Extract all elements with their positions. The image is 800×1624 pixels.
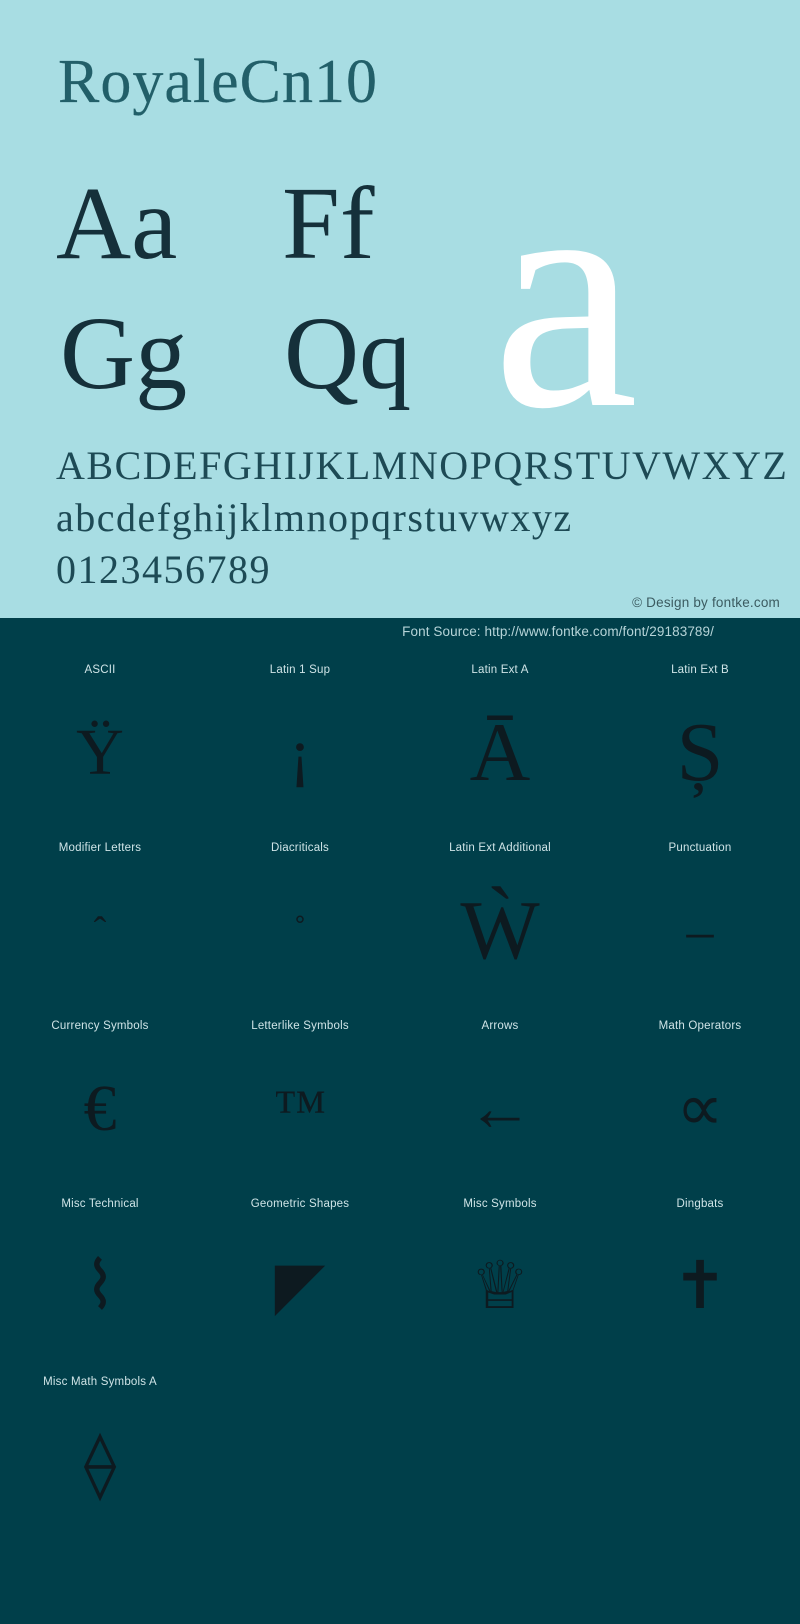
block-label: Dingbats <box>676 1198 724 1210</box>
block-cell-misc-technical[interactable]: Misc Technical ⌇ <box>0 1188 200 1366</box>
block-label: Latin Ext Additional <box>449 842 551 854</box>
block-row: Currency Symbols € Letterlike Symbols ™ … <box>0 1010 800 1188</box>
block-label: Geometric Shapes <box>250 1198 350 1210</box>
block-cell-ascii[interactable]: ASCII Ÿ <box>0 654 200 832</box>
block-glyph: ™ <box>273 1079 327 1139</box>
block-label: Letterlike Symbols <box>251 1020 349 1032</box>
sample-pair-ff: Ff <box>282 166 375 281</box>
block-label: Misc Symbols <box>463 1198 537 1210</box>
block-cell-misc-symbols[interactable]: Misc Symbols ♕ <box>400 1188 600 1366</box>
block-glyph: ♕ <box>470 1250 530 1323</box>
block-cell-latin-ext-b[interactable]: Latin Ext B Ș <box>600 654 800 832</box>
block-glyph: ⌇ <box>83 1250 117 1323</box>
block-cell-latin-ext-a[interactable]: Latin Ext A Ā <box>400 654 600 832</box>
block-glyph: ˆ <box>93 910 107 952</box>
block-label: Misc Math Symbols A <box>43 1376 157 1388</box>
block-label: Latin Ext A <box>471 664 529 676</box>
block-glyph: ✝ <box>672 1250 728 1323</box>
block-glyph: Ș <box>676 706 724 799</box>
block-label: Arrows <box>481 1020 519 1032</box>
block-glyph: ∝ <box>676 1072 724 1145</box>
block-label: ASCII <box>84 664 116 676</box>
block-cell-math-operators[interactable]: Math Operators ∝ <box>600 1010 800 1188</box>
block-glyph: – <box>686 901 714 961</box>
block-label: Punctuation <box>668 842 732 854</box>
block-label: Diacriticals <box>271 842 329 854</box>
sample-pair-aa: Aa <box>56 166 178 281</box>
block-glyph: ← <box>467 1072 533 1145</box>
block-glyph: Ÿ <box>76 716 124 789</box>
block-row: Modifier Letters ˆ Diacriticals ̊ Latin … <box>0 832 800 1010</box>
sample-pair-qq: Qq <box>284 296 412 411</box>
uppercase-alphabet: ABCDEFGHIJKLMNOPQRSTUVWXYZ <box>56 443 789 488</box>
block-glyph: € <box>83 1072 117 1145</box>
lowercase-alphabet: abcdefghijklmnopqrstuvwxyz <box>56 495 573 540</box>
block-row: Misc Math Symbols A ⟠ <box>0 1366 800 1544</box>
font-source-link[interactable]: Font Source: http://www.fontke.com/font/… <box>402 624 714 639</box>
font-specimen-page: RoyaleCn10 Aa Ff Gg Qq a ABCDEFGHIJKLMNO… <box>0 0 800 1624</box>
block-glyph: Ā <box>469 706 531 799</box>
block-row: Misc Technical ⌇ Geometric Shapes ◤ Misc… <box>0 1188 800 1366</box>
block-label: Latin Ext B <box>671 664 729 676</box>
block-glyph: ◤ <box>274 1250 326 1323</box>
block-glyph: Ẁ <box>460 884 540 977</box>
block-cell-latin-1-sup[interactable]: Latin 1 Sup ¡ <box>200 654 400 832</box>
block-glyph: ̊ <box>200 866 400 996</box>
page-title: RoyaleCn10 <box>58 48 378 116</box>
sample-pair-gg: Gg <box>60 296 188 411</box>
specimen-preview-panel: RoyaleCn10 Aa Ff Gg Qq a ABCDEFGHIJKLMNO… <box>0 0 800 618</box>
block-glyph: ⟠ <box>83 1428 117 1501</box>
digit-sample: 0123456789 <box>56 547 271 592</box>
block-cell-modifier-letters[interactable]: Modifier Letters ˆ <box>0 832 200 1010</box>
hero-glyph-a: a <box>492 112 639 477</box>
block-cell-currency-symbols[interactable]: Currency Symbols € <box>0 1010 200 1188</box>
block-cell-geometric-shapes[interactable]: Geometric Shapes ◤ <box>200 1188 400 1366</box>
block-label: Currency Symbols <box>51 1020 149 1032</box>
block-label: Misc Technical <box>61 1198 139 1210</box>
block-cell-punctuation[interactable]: Punctuation – <box>600 832 800 1010</box>
block-cell-arrows[interactable]: Arrows ← <box>400 1010 600 1188</box>
block-label: Latin 1 Sup <box>269 664 331 676</box>
block-row: ASCII Ÿ Latin 1 Sup ¡ Latin Ext A Ā Lati… <box>0 654 800 832</box>
copyright-credit: © Design by fontke.com <box>632 595 780 610</box>
block-cell-latin-ext-additional[interactable]: Latin Ext Additional Ẁ <box>400 832 600 1010</box>
block-label: Modifier Letters <box>58 842 142 854</box>
block-label: Math Operators <box>658 1020 742 1032</box>
block-glyph: ¡ <box>289 716 311 789</box>
unicode-block-grid: ASCII Ÿ Latin 1 Sup ¡ Latin Ext A Ā Lati… <box>0 654 800 1544</box>
block-cell-misc-math-symbols-a[interactable]: Misc Math Symbols A ⟠ <box>0 1366 200 1544</box>
block-cell-letterlike-symbols[interactable]: Letterlike Symbols ™ <box>200 1010 400 1188</box>
block-cell-diacriticals[interactable]: Diacriticals ̊ <box>200 832 400 1010</box>
block-cell-dingbats[interactable]: Dingbats ✝ <box>600 1188 800 1366</box>
unicode-blocks-panel: Font Source: http://www.fontke.com/font/… <box>0 618 800 1624</box>
